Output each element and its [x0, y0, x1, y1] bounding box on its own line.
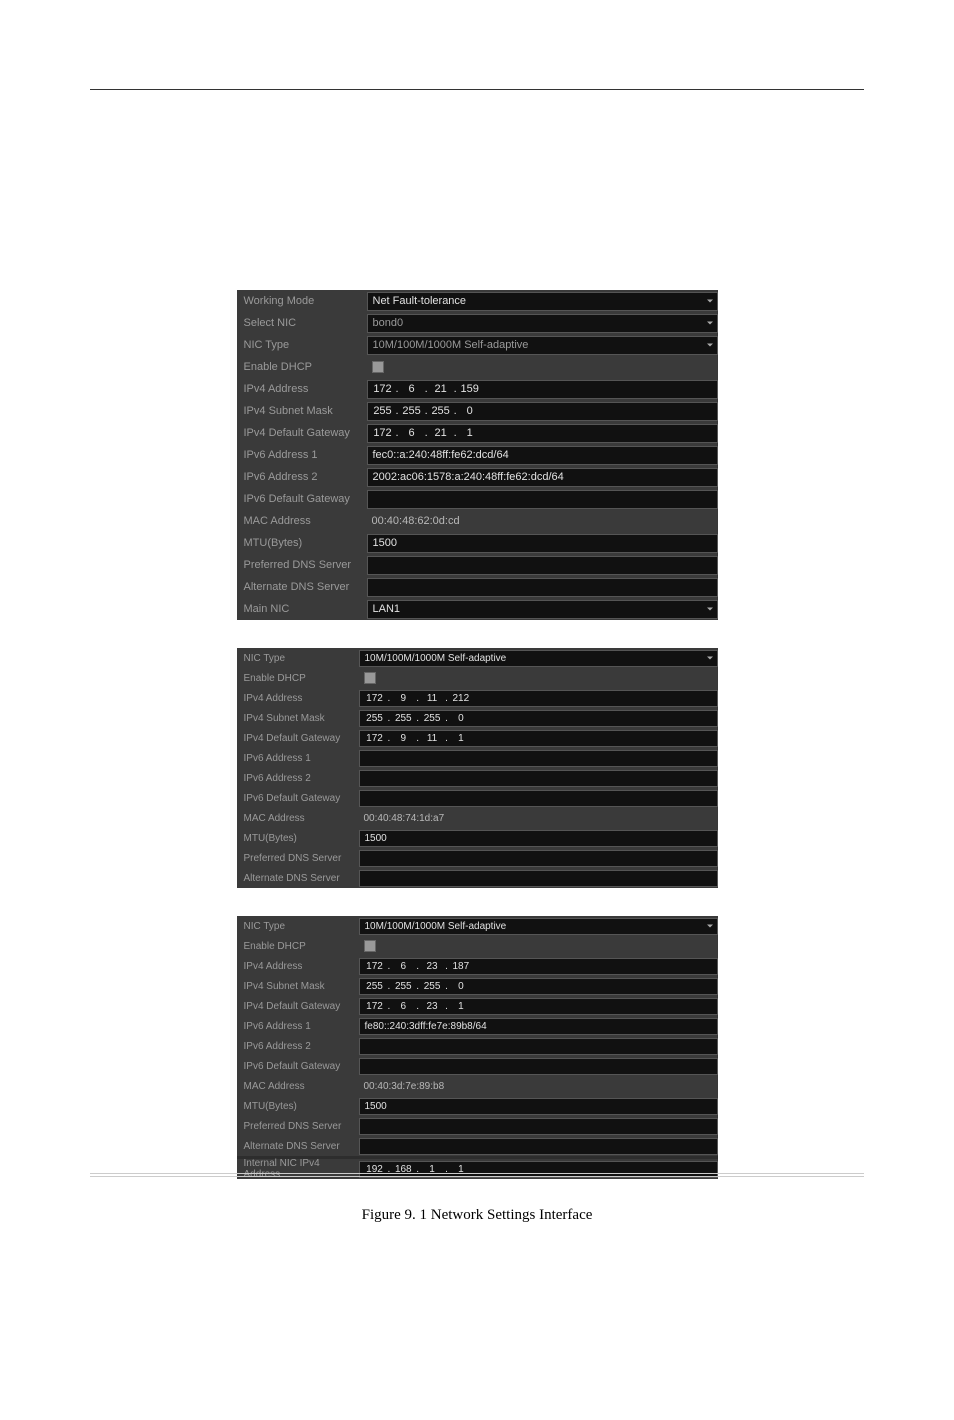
- ipv6-addr2-label: IPv6 Address 2: [237, 471, 367, 483]
- mtu-input[interactable]: 1500: [359, 830, 718, 847]
- ipv4-mask-label: IPv4 Subnet Mask: [237, 713, 359, 724]
- working-mode-label: Working Mode: [237, 295, 367, 307]
- select-nic-label: Select NIC: [237, 317, 367, 329]
- preferred-dns-input[interactable]: [359, 850, 718, 867]
- ipv6-gateway-input[interactable]: [359, 1058, 718, 1075]
- ipv4-address-input[interactable]: 172. 6. 23. 187: [359, 958, 718, 975]
- preferred-dns-label: Preferred DNS Server: [237, 853, 359, 864]
- select-nic-select[interactable]: bond0: [367, 314, 718, 333]
- nic-type-label: NIC Type: [237, 653, 359, 664]
- ipv6-addr1-input[interactable]: fec0::a:240:48ff:fe62:dcd/64: [367, 446, 718, 465]
- ipv6-gateway-input[interactable]: [367, 490, 718, 509]
- ipv4-mask-label: IPv4 Subnet Mask: [237, 981, 359, 992]
- main-nic-select[interactable]: LAN1: [367, 600, 718, 619]
- mtu-label: MTU(Bytes): [237, 537, 367, 549]
- ipv4-gateway-label: IPv4 Default Gateway: [237, 1001, 359, 1012]
- nic-type-label: NIC Type: [237, 339, 367, 351]
- mtu-label: MTU(Bytes): [237, 1101, 359, 1112]
- ipv4-gateway-input[interactable]: 172. 6. 21. 1: [367, 424, 718, 443]
- chevron-down-icon: [707, 925, 713, 928]
- alternate-dns-input[interactable]: [359, 1138, 718, 1155]
- nic-type-label: NIC Type: [237, 921, 359, 932]
- ipv6-addr2-label: IPv6 Address 2: [237, 1041, 359, 1052]
- enable-dhcp-checkbox[interactable]: [372, 361, 384, 373]
- preferred-dns-input[interactable]: [367, 556, 718, 575]
- chevron-down-icon: [707, 608, 713, 611]
- mtu-label: MTU(Bytes): [237, 833, 359, 844]
- nic-type-select[interactable]: 10M/100M/1000M Self-adaptive: [359, 650, 718, 667]
- ipv4-address-label: IPv4 Address: [237, 693, 359, 704]
- enable-dhcp-label: Enable DHCP: [237, 941, 359, 952]
- chevron-down-icon: [707, 300, 713, 303]
- mtu-input[interactable]: 1500: [359, 1098, 718, 1115]
- ipv4-address-label: IPv4 Address: [237, 961, 359, 972]
- enable-dhcp-checkbox[interactable]: [364, 940, 376, 952]
- network-panel-1: Working Mode Net Fault-tolerance Select …: [237, 290, 718, 620]
- ipv4-gateway-input[interactable]: 172. 9. 11. 1: [359, 730, 718, 747]
- ipv6-addr2-label: IPv6 Address 2: [237, 773, 359, 784]
- ipv6-addr1-label: IPv6 Address 1: [237, 1021, 359, 1032]
- alternate-dns-label: Alternate DNS Server: [237, 581, 367, 593]
- ipv4-mask-input[interactable]: 255. 255. 255. 0: [359, 978, 718, 995]
- preferred-dns-label: Preferred DNS Server: [237, 559, 367, 571]
- ipv6-addr2-input[interactable]: [359, 770, 718, 787]
- mac-address-label: MAC Address: [237, 515, 367, 527]
- enable-dhcp-label: Enable DHCP: [237, 361, 367, 373]
- ipv6-addr2-input[interactable]: 2002:ac06:1578:a:240:48ff:fe62:dcd/64: [367, 468, 718, 487]
- ipv4-mask-input[interactable]: 255. 255. 255. 0: [359, 710, 718, 727]
- mac-address-value: 00:40:3d:7e:89:b8: [359, 1081, 445, 1092]
- nic-type-select[interactable]: 10M/100M/1000M Self-adaptive: [359, 918, 718, 935]
- main-nic-label: Main NIC: [237, 603, 367, 615]
- mac-address-label: MAC Address: [237, 813, 359, 824]
- alternate-dns-input[interactable]: [367, 578, 718, 597]
- ipv4-gateway-label: IPv4 Default Gateway: [237, 427, 367, 439]
- mtu-input[interactable]: 1500: [367, 534, 718, 553]
- ipv4-address-label: IPv4 Address: [237, 383, 367, 395]
- nic-type-select[interactable]: 10M/100M/1000M Self-adaptive: [367, 336, 718, 355]
- figure-caption: Figure 9. 1 Network Settings Interface: [90, 1207, 864, 1224]
- mac-address-value: 00:40:48:62:0d:cd: [367, 515, 460, 527]
- ipv6-addr1-label: IPv6 Address 1: [237, 753, 359, 764]
- network-panel-2: NIC Type 10M/100M/1000M Self-adaptive En…: [237, 648, 718, 888]
- ipv4-mask-input[interactable]: 255. 255. 255. 0: [367, 402, 718, 421]
- mac-address-label: MAC Address: [237, 1081, 359, 1092]
- alternate-dns-label: Alternate DNS Server: [237, 1141, 359, 1152]
- ipv6-gateway-label: IPv6 Default Gateway: [237, 493, 367, 505]
- ipv4-address-input[interactable]: 172. 6. 21. 159: [367, 380, 718, 399]
- preferred-dns-input[interactable]: [359, 1118, 718, 1135]
- enable-dhcp-label: Enable DHCP: [237, 673, 359, 684]
- ipv6-addr1-input[interactable]: [359, 750, 718, 767]
- preferred-dns-label: Preferred DNS Server: [237, 1121, 359, 1132]
- chevron-down-icon: [707, 344, 713, 347]
- ipv6-addr2-input[interactable]: [359, 1038, 718, 1055]
- ipv4-gateway-input[interactable]: 172. 6. 23. 1: [359, 998, 718, 1015]
- alternate-dns-input[interactable]: [359, 870, 718, 887]
- network-panel-3: NIC Type 10M/100M/1000M Self-adaptive En…: [237, 916, 718, 1179]
- mac-address-value: 00:40:48:74:1d:a7: [359, 813, 445, 824]
- ipv6-addr1-input[interactable]: fe80::240:3dff:fe7e:89b8/64: [359, 1018, 718, 1035]
- ipv4-gateway-label: IPv4 Default Gateway: [237, 733, 359, 744]
- chevron-down-icon: [707, 657, 713, 660]
- chevron-down-icon: [707, 322, 713, 325]
- working-mode-select[interactable]: Net Fault-tolerance: [367, 292, 718, 311]
- ipv6-gateway-label: IPv6 Default Gateway: [237, 1061, 359, 1072]
- alternate-dns-label: Alternate DNS Server: [237, 873, 359, 884]
- ipv4-address-input[interactable]: 172. 9. 11. 212: [359, 690, 718, 707]
- ipv4-mask-label: IPv4 Subnet Mask: [237, 405, 367, 417]
- ipv6-gateway-label: IPv6 Default Gateway: [237, 793, 359, 804]
- enable-dhcp-checkbox[interactable]: [364, 672, 376, 684]
- ipv6-addr1-label: IPv6 Address 1: [237, 449, 367, 461]
- ipv6-gateway-input[interactable]: [359, 790, 718, 807]
